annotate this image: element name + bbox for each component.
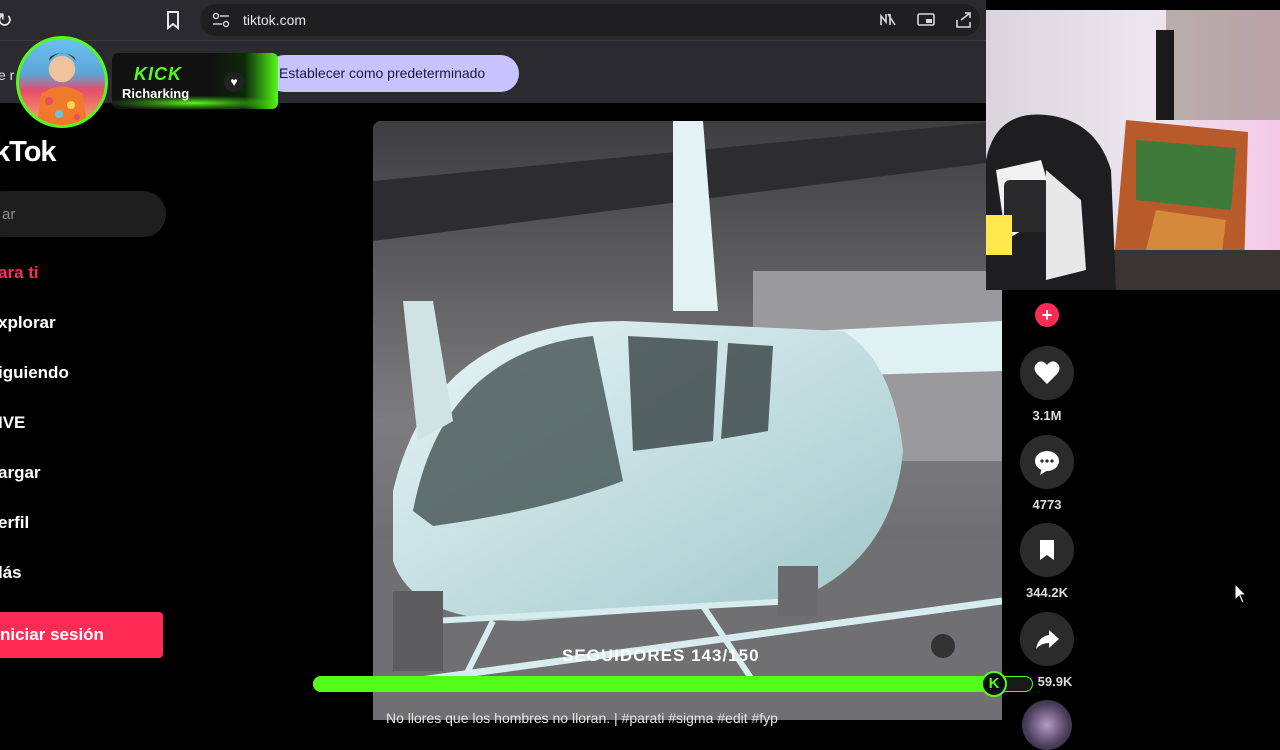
bookmark-icon [1040,540,1054,560]
infobar-text: e r [0,67,15,83]
search-input[interactable]: ar [0,191,166,237]
save-button[interactable] [1020,523,1074,577]
video-player[interactable] [373,121,1002,720]
music-disc[interactable] [1022,700,1072,750]
followers-goal-fill [313,676,999,692]
webcam-overlay [986,10,1280,290]
comment-icon [1035,451,1059,475]
share-page-icon[interactable] [954,10,974,30]
heart-icon [1034,361,1060,384]
webcam-frame [986,10,1280,290]
nav-item-siguiendo[interactable]: iguiendo [0,363,69,383]
like-button[interactable] [1020,346,1074,400]
nav-item-mas[interactable]: lás [0,563,22,583]
address-bar[interactable]: tiktok.com [200,4,980,36]
share-button[interactable] [1020,612,1074,666]
kick-badge-icon: K [981,671,1007,697]
browser-toolbar: ↻ tiktok.com [0,0,986,40]
search-placeholder: ar [2,206,16,223]
heart-icon: ♥ [224,72,244,92]
comment-count: 4773 [1032,497,1062,512]
nav-item-cargar[interactable]: argar [0,463,41,483]
follow-plus-button[interactable]: + [1035,303,1059,327]
tiktok-logo[interactable]: kTok [0,136,57,169]
video-frame [373,121,1002,720]
comment-button[interactable] [1020,435,1074,489]
cast-icon[interactable] [916,10,936,30]
video-caption: No llores que los hombres no lloran. | #… [386,710,778,726]
login-button[interactable]: niciar sesión [0,612,163,658]
set-default-button[interactable]: Establecer como predeterminado [266,55,519,92]
site-settings-icon[interactable] [212,12,230,28]
url-text[interactable]: tiktok.com [243,12,306,28]
nav-item-perfil[interactable]: erfil [0,513,29,533]
streamer-avatar [16,36,108,128]
avatar-illustration [37,53,87,125]
kick-logo: KICK [134,64,182,84]
bookmark-icon[interactable] [163,9,183,31]
like-count: 3.1M [1032,408,1062,423]
followers-goal-label: SEGUIDORES 143/150 [562,646,760,665]
mouse-cursor-icon [1234,583,1248,604]
nav-item-explorar[interactable]: xplorar [0,313,56,333]
share-icon [1036,630,1059,649]
reload-icon[interactable]: ↻ [0,8,13,33]
kick-username: Richarking [122,86,190,101]
address-bar-actions [878,10,974,30]
nav-item-para-ti[interactable]: ara ti [0,263,39,283]
save-count: 344.2K [1026,585,1068,600]
nav-item-live[interactable]: IVE [0,413,25,433]
no-tracking-icon[interactable] [878,10,898,30]
